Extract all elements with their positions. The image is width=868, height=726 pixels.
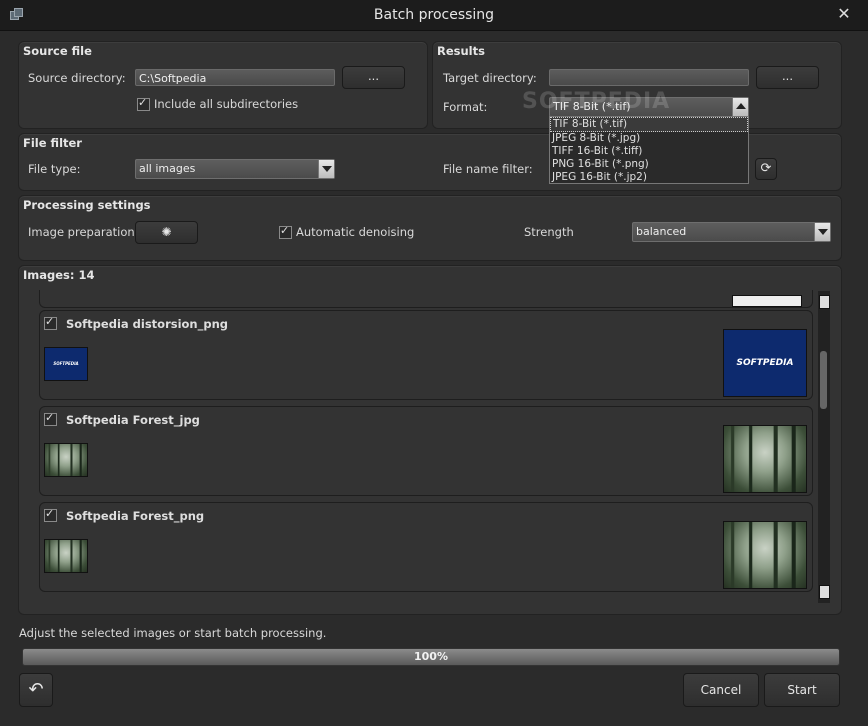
palette-icon: ✺ [161, 225, 172, 239]
source-directory-input[interactable]: C:\Softpedia [135, 69, 335, 86]
source-file-panel: Source file Source directory: C:\Softped… [18, 41, 428, 129]
strength-select[interactable]: balanced [632, 222, 831, 242]
item-checkbox[interactable] [44, 411, 57, 426]
scroll-up-button[interactable] [819, 295, 830, 309]
item-checkbox[interactable] [44, 507, 57, 522]
image-list-scrollbar[interactable] [818, 291, 830, 603]
panel-title: Images: 14 [23, 268, 95, 282]
thumbnail-large: SOFTPEDIA [723, 329, 807, 397]
automatic-denoising-checkbox[interactable] [279, 224, 292, 239]
file-type-label: File type: [28, 162, 81, 176]
format-option[interactable]: JPEG 8-Bit (*.jpg) [550, 132, 748, 145]
progress-bar: 100% [22, 648, 840, 666]
panel-title: File filter [23, 136, 82, 150]
progress-text: 100% [414, 650, 448, 663]
scroll-down-button[interactable] [819, 585, 830, 599]
refresh-icon[interactable]: ⟳ [755, 158, 777, 180]
format-option[interactable]: TIFF 16-Bit (*.tiff) [550, 145, 748, 158]
thumbnail-large [723, 425, 807, 493]
panel-title: Processing settings [23, 198, 151, 212]
close-icon[interactable]: ✕ [832, 4, 856, 24]
title-bar: Batch processing ✕ [0, 0, 868, 31]
format-option[interactable]: PNG 16-Bit (*.png) [550, 158, 748, 171]
item-name: Softpedia distorsion_png [66, 317, 229, 331]
thumbnail [732, 295, 802, 307]
source-browse-button[interactable]: ... [342, 66, 405, 89]
item-name: Softpedia Forest_jpg [66, 413, 200, 427]
format-option[interactable]: TIF 8-Bit (*.tif) [550, 117, 748, 132]
panel-title: Results [437, 44, 485, 58]
file-name-filter-label: File name filter: [443, 162, 533, 176]
status-message: Adjust the selected images or start batc… [19, 626, 327, 640]
watermark: SOFTPEDIA [522, 89, 671, 114]
target-directory-label: Target directory: [443, 71, 537, 85]
thumbnail-small [44, 443, 88, 477]
undo-icon[interactable]: ↶ [19, 673, 53, 707]
source-directory-label: Source directory: [28, 71, 126, 85]
list-item[interactable] [39, 290, 813, 308]
format-option[interactable]: JPEG 16-Bit (*.jp2) [550, 171, 748, 184]
format-label: Format: [443, 100, 488, 114]
include-subdirectories-label: Include all subdirectories [154, 97, 299, 111]
start-button[interactable]: Start [764, 673, 840, 707]
processing-settings-panel: Processing settings Image preparation: ✺… [18, 195, 842, 261]
image-list[interactable]: Softpedia distorsion_png SOFTPEDIA SOFTP… [30, 290, 830, 604]
image-preparation-label: Image preparation: [28, 225, 139, 239]
thumbnail-large [723, 521, 807, 589]
chevron-down-icon[interactable] [814, 223, 830, 241]
window-title: Batch processing [373, 7, 495, 23]
file-type-select[interactable]: all images [135, 159, 335, 179]
target-browse-button[interactable]: ... [756, 66, 819, 89]
scrollbar-thumb[interactable] [820, 351, 827, 409]
thumbnail-small: SOFTPEDIA [44, 347, 88, 381]
automatic-denoising-label: Automatic denoising [296, 225, 415, 239]
panel-title: Source file [23, 44, 92, 58]
list-item[interactable]: Softpedia distorsion_png SOFTPEDIA SOFTP… [39, 310, 813, 400]
list-item[interactable]: Softpedia Forest_png [39, 502, 813, 592]
strength-select-value: balanced [636, 225, 687, 238]
format-dropdown-list[interactable]: TIF 8-Bit (*.tif) JPEG 8-Bit (*.jpg) TIF… [549, 116, 749, 184]
cancel-button[interactable]: Cancel [683, 673, 759, 707]
chevron-up-icon[interactable] [732, 98, 748, 116]
chevron-down-icon[interactable] [318, 160, 334, 178]
thumbnail-small [44, 539, 88, 573]
include-subdirectories-checkbox[interactable] [137, 96, 150, 111]
target-directory-input[interactable] [549, 69, 749, 86]
list-item[interactable]: Softpedia Forest_jpg [39, 406, 813, 496]
item-name: Softpedia Forest_png [66, 509, 205, 523]
file-type-select-value: all images [139, 162, 196, 175]
image-preparation-button[interactable]: ✺ [135, 221, 198, 244]
strength-label: Strength [524, 225, 574, 239]
item-checkbox[interactable] [44, 315, 57, 330]
